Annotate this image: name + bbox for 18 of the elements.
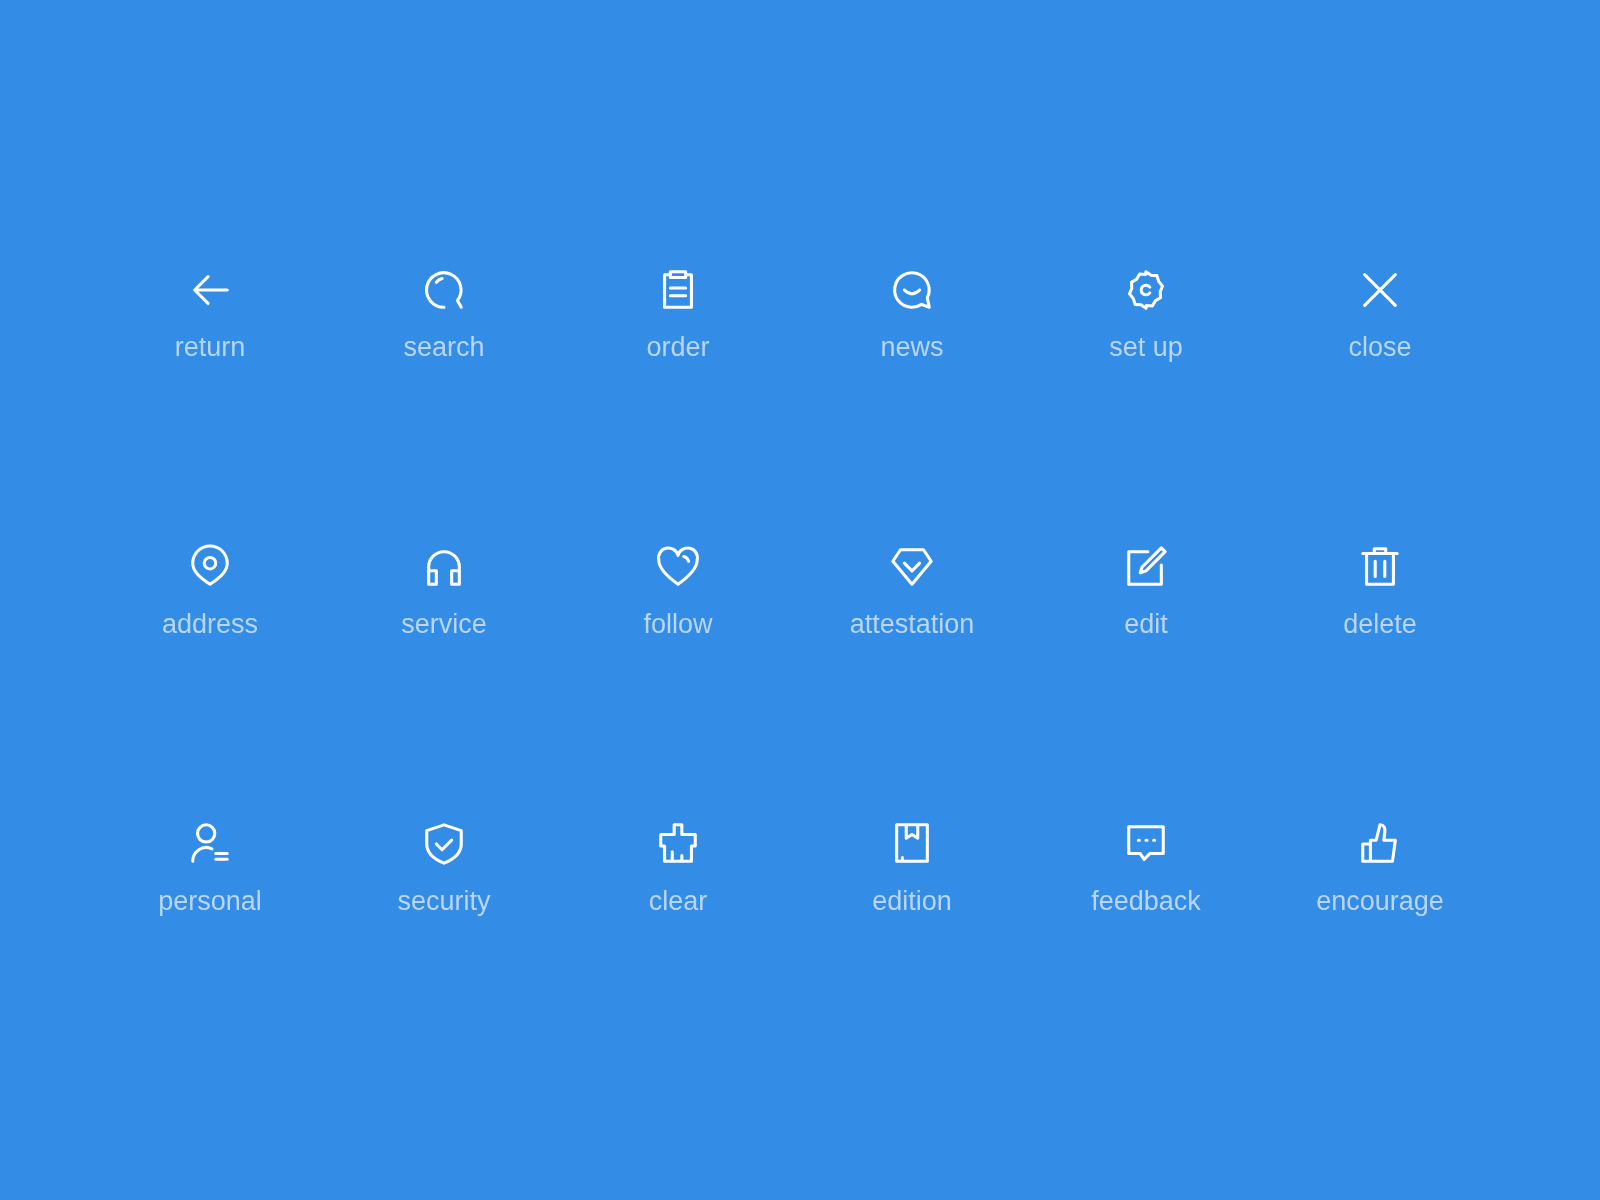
icon-label: order — [646, 331, 710, 364]
icon-label: service — [401, 608, 487, 641]
icon-label: address — [161, 608, 259, 641]
icon-label: set up — [1109, 331, 1183, 364]
icon-label: clear — [648, 885, 708, 918]
icon-label: attestation — [849, 608, 975, 641]
icon-label: return — [174, 331, 246, 364]
icon-label: encourage — [1316, 885, 1444, 918]
icon-label: search — [403, 331, 485, 364]
icon-label: personal — [158, 885, 262, 918]
icon-label: close — [1348, 331, 1412, 364]
icon-label: follow — [643, 608, 713, 641]
icon-label: security — [397, 885, 491, 918]
icon-label: edition — [872, 885, 952, 918]
icon-label: news — [880, 331, 944, 364]
icon-label: delete — [1343, 608, 1417, 641]
icon-label: feedback — [1091, 885, 1201, 918]
icon-label: edit — [1124, 608, 1168, 641]
